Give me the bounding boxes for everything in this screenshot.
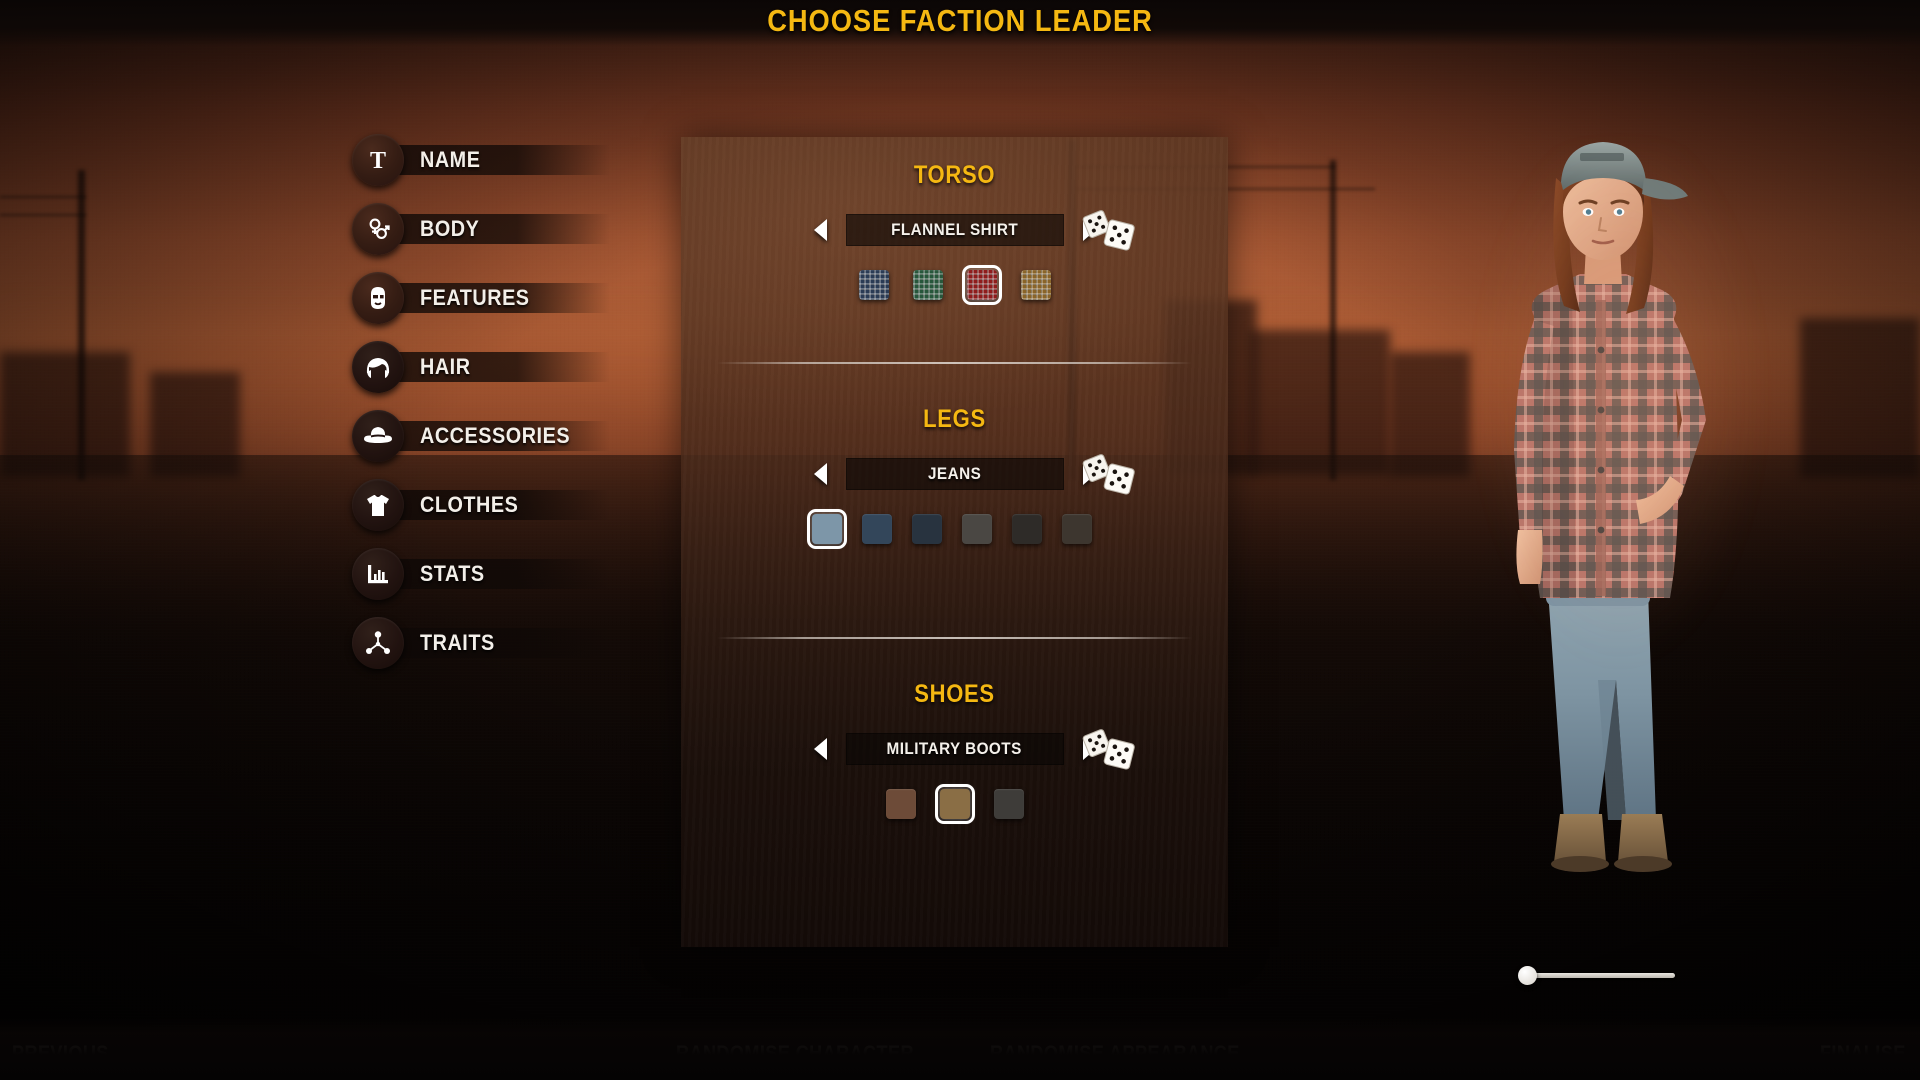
letter-t-icon: T [352,134,404,186]
sidebar-item-features[interactable]: FEATURES [352,272,622,324]
section-shoes: SHOES MILITARY BOOTS [681,680,1228,824]
torso-colour-swatches [681,265,1228,305]
torso-value-box[interactable]: FLANNEL SHIRT [845,214,1064,246]
shoes-colour-swatches [681,784,1228,824]
gender-icon [352,203,404,255]
sidebar-item-label: HAIR [420,354,471,379]
character-rotation-slider[interactable] [1518,966,1683,985]
sidebar-item-backdrop [378,214,610,244]
traits-node-icon [352,617,404,669]
bar-chart-icon [352,548,404,600]
face-icon [352,272,404,324]
colour-swatch[interactable] [993,789,1024,819]
clothes-options-panel: TORSO FLANNEL SHIRT LEGS JEANS SHOES MIL… [681,137,1228,947]
legs-selector: JEANS [681,454,1228,495]
sidebar-item-accessories[interactable]: ACCESSORIES [352,410,622,462]
sidebar-item-backdrop [378,145,610,175]
shoes-selector: MILITARY BOOTS [681,729,1228,770]
section-divider [717,362,1192,364]
sidebar-item-stats[interactable]: STATS [352,548,622,600]
dice-icon[interactable] [1081,452,1137,496]
character-rim-light [1440,150,1800,910]
colour-swatch[interactable] [911,514,942,544]
colour-swatch[interactable] [1061,514,1092,544]
colour-swatch[interactable] [885,789,916,819]
sidebar-item-label: TRAITS [420,630,495,655]
hat-icon [352,410,404,462]
page-title: CHOOSE FACTION LEADER [767,3,1153,38]
tshirt-icon [352,479,404,531]
colour-swatch[interactable] [1011,514,1042,544]
section-title: LEGS [923,405,986,433]
colour-swatch-selected[interactable] [961,265,1002,305]
section-title: TORSO [913,161,996,189]
character-preview[interactable] [1430,120,1810,950]
legs-value: JEANS [927,464,982,483]
section-title: SHOES [914,680,995,708]
slider-track[interactable] [1527,973,1675,978]
colour-swatch[interactable] [961,514,992,544]
sidebar-item-backdrop [378,559,610,589]
sidebar-item-clothes[interactable]: CLOTHES [352,479,622,531]
hair-icon [352,341,404,393]
slider-knob[interactable] [1518,966,1537,985]
colour-swatch[interactable] [912,270,943,300]
sidebar-item-label: STATS [420,561,485,586]
svg-text:T: T [370,148,386,173]
colour-swatch[interactable] [858,270,889,300]
dice-icon[interactable] [1081,208,1137,252]
sidebar-item-backdrop [378,352,610,382]
triangle-left-icon[interactable] [810,734,832,764]
triangle-left-icon[interactable] [810,215,832,245]
torso-selector: FLANNEL SHIRT [681,210,1228,251]
colour-swatch[interactable] [1020,270,1051,300]
shoes-value-box[interactable]: MILITARY BOOTS [845,733,1064,765]
colour-swatch[interactable] [861,514,892,544]
sidebar-item-body[interactable]: BODY [352,203,622,255]
triangle-left-icon[interactable] [810,459,832,489]
category-sidebar: T NAME BODY FEATURES HAIR ACCESSORIES CL… [352,134,622,686]
dice-icon[interactable] [1081,727,1137,771]
legs-colour-swatches [675,509,1228,549]
sidebar-item-hair[interactable]: HAIR [352,341,622,393]
colour-swatch-selected[interactable] [806,509,847,549]
sidebar-item-label: BODY [420,216,480,241]
shoes-value: MILITARY BOOTS [886,739,1023,758]
section-legs: LEGS JEANS [681,405,1228,549]
section-divider [717,637,1192,639]
legs-value-box[interactable]: JEANS [845,458,1064,490]
sidebar-item-traits[interactable]: TRAITS [352,617,622,669]
section-torso: TORSO FLANNEL SHIRT [681,161,1228,305]
torso-value: FLANNEL SHIRT [890,220,1019,239]
sidebar-item-label: NAME [420,147,481,172]
sidebar-item-label: FEATURES [420,285,530,310]
sidebar-item-name[interactable]: T NAME [352,134,622,186]
sidebar-item-label: ACCESSORIES [420,423,571,448]
sidebar-item-label: CLOTHES [420,492,519,517]
colour-swatch-selected[interactable] [934,784,975,824]
bottom-bar [0,1018,1920,1080]
game-screen: CHOOSE FACTION LEADER T NAME BODY FEATUR… [0,0,1920,1080]
